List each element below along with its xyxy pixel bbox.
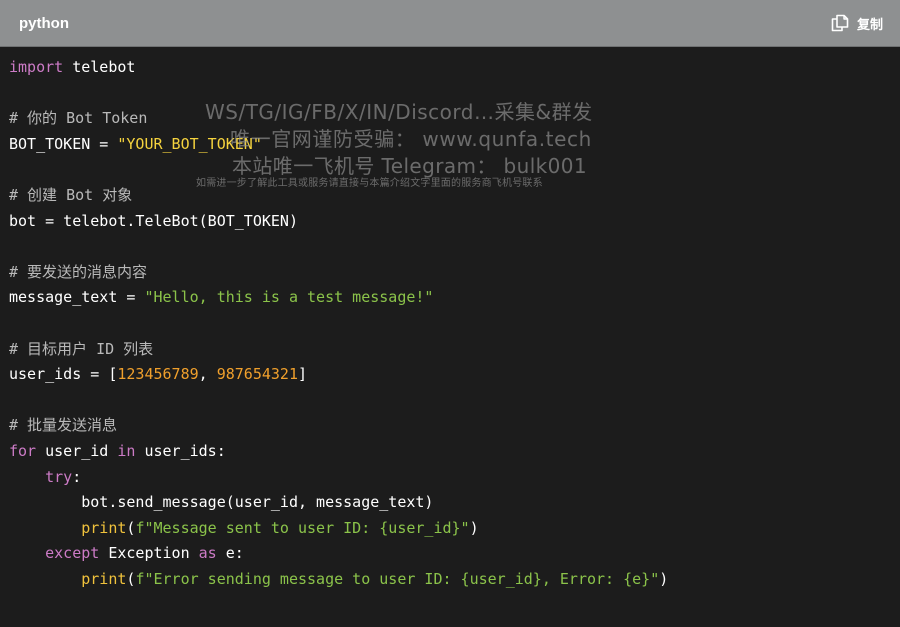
code-token: "YOUR_BOT_TOKEN" xyxy=(117,134,262,153)
code-block: python 复制 import telebot # 你的 Bot Token B… xyxy=(0,0,900,627)
code-token: # 目标用户 ID 列表 xyxy=(9,339,154,358)
copy-button[interactable]: 复制 xyxy=(831,14,883,33)
code-line: bot = telebot.TeleBot(BOT_TOKEN) xyxy=(9,209,900,235)
code-token: ) xyxy=(469,518,479,537)
code-token: # 要发送的消息内容 xyxy=(9,262,148,281)
code-line: # 批量发送消息 xyxy=(9,413,900,439)
code-line: # 创建 Bot 对象 xyxy=(9,183,900,209)
code-line: print(f"Message sent to user ID: {user_i… xyxy=(9,516,900,542)
code-token: ) xyxy=(659,569,669,588)
code-token: : xyxy=(72,467,82,486)
code-token: in xyxy=(117,441,136,460)
language-label: python xyxy=(19,14,69,32)
code-token: bot.send_message(user_id, message_text) xyxy=(9,493,434,512)
code-token: BOT_TOKEN = xyxy=(9,134,118,153)
copy-icon xyxy=(831,14,849,32)
code-token: e: xyxy=(216,544,244,563)
code-token: user_ids: xyxy=(135,441,226,460)
code-token: # 你的 Bot Token xyxy=(9,109,148,128)
code-token: as xyxy=(198,544,217,563)
code-token: 987654321 xyxy=(216,365,298,384)
code-token: telebot xyxy=(63,58,136,76)
code-token: # 创建 Bot 对象 xyxy=(9,185,133,204)
code-token: for xyxy=(9,441,37,460)
code-line: for user_id in user_ids: xyxy=(9,439,900,465)
code-token: user_ids = [ xyxy=(9,365,118,384)
code-token: Exception xyxy=(99,544,199,563)
code-line: BOT_TOKEN = "YOUR_BOT_TOKEN" xyxy=(9,132,900,158)
code-token: bot = telebot.TeleBot(BOT_TOKEN) xyxy=(9,211,298,230)
code-line: # 要发送的消息内容 xyxy=(9,260,900,286)
code-line: bot.send_message(user_id, message_text) xyxy=(9,490,900,516)
code-token: user_id xyxy=(36,441,118,460)
code-token: # 批量发送消息 xyxy=(9,416,118,435)
code-line: # 你的 Bot Token xyxy=(9,106,900,132)
code-token: except xyxy=(45,544,100,563)
code-token: 123456789 xyxy=(117,365,199,384)
code-line: print(f"Error sending message to user ID… xyxy=(9,567,900,593)
code-token: f"Message sent to user ID: {user_id}" xyxy=(135,518,470,537)
code-token: print xyxy=(81,569,127,588)
code-line: try: xyxy=(9,465,900,491)
code-token: ] xyxy=(298,365,308,384)
code-token: "Hello, this is a test message!" xyxy=(144,288,434,307)
code-token: , xyxy=(198,365,217,384)
code-token: import xyxy=(9,58,64,76)
code-line: # 目标用户 ID 列表 xyxy=(9,337,900,363)
code-line: except Exception as e: xyxy=(9,541,900,567)
code-token: try xyxy=(45,467,73,486)
copy-label: 复制 xyxy=(856,17,883,33)
code-line: message_text = "Hello, this is a test me… xyxy=(9,285,900,311)
code-block-header: python 复制 xyxy=(0,0,900,47)
code-token: print xyxy=(81,518,127,537)
code-line: user_ids = [123456789, 987654321] xyxy=(9,362,900,388)
code-line: import telebot xyxy=(9,55,900,81)
code-token: f"Error sending message to user ID: {use… xyxy=(135,569,660,588)
code-token: message_text = xyxy=(9,288,145,307)
code-body[interactable]: import telebot # 你的 Bot Token BOT_TOKEN =… xyxy=(0,47,900,627)
